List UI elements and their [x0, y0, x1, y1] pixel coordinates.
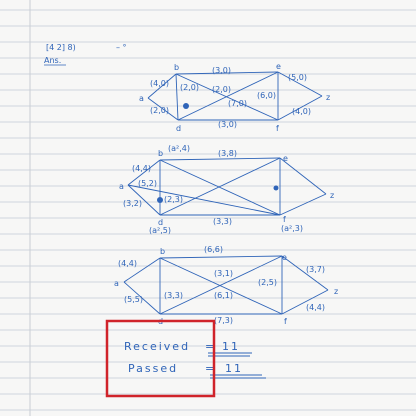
- graph2-label-7: (3,2): [123, 199, 142, 208]
- graph2-label-8: (a²,5): [149, 226, 171, 235]
- graph3-label-1: (4,4): [118, 259, 137, 268]
- graph3-label-5: (3,7): [306, 265, 325, 274]
- graph1-label-9: (5,0): [288, 73, 307, 82]
- graph3-label-2: (6,6): [204, 245, 223, 254]
- graph1-label-1: (4,0): [150, 79, 169, 88]
- notebook-page: [4 2] 8) Ans. – ° a b d e f z (4,0) (2,0…: [0, 0, 416, 416]
- graph3-node-e: e: [282, 253, 287, 262]
- graph2-label-5: (2,3): [164, 195, 183, 204]
- graph3-label-10: (4,4): [306, 303, 325, 312]
- answer-label: Ans.: [44, 56, 61, 65]
- graph1-label-7: (6,0): [257, 91, 276, 100]
- graph3-label-6: (5,5): [124, 295, 143, 304]
- graph2-label-6: (3,3): [213, 217, 232, 226]
- graph1-node-e: e: [276, 62, 281, 71]
- graph1-label-4: (3,0): [212, 66, 231, 75]
- received-value: 11: [222, 340, 240, 353]
- graph2-label-2: (3,8): [218, 149, 237, 158]
- graph3-label-8: (6,1): [214, 291, 233, 300]
- graph3-label-3: (3,1): [214, 269, 233, 278]
- passed-label: Passed: [128, 362, 178, 375]
- graph1-label-2: (2,0): [180, 83, 199, 92]
- received-label: Received: [124, 340, 190, 353]
- graph1-label-5: (2,0): [212, 85, 231, 94]
- graph2-label-9: (a²,3): [281, 224, 303, 233]
- graph2-label-3: (4,4): [132, 164, 151, 173]
- graph3-label-7: (3,3): [164, 291, 183, 300]
- graph2-node-a: a: [119, 182, 124, 191]
- graph2-node-f: f: [283, 215, 286, 224]
- graph-3: [123, 255, 329, 315]
- graph1-node-z: z: [326, 93, 330, 102]
- graph3-label-4: (2,5): [258, 278, 277, 287]
- graph3-node-z: z: [334, 287, 338, 296]
- graph1-node-b: b: [174, 63, 179, 72]
- graph2-node-b: b: [158, 149, 163, 158]
- graph2-label-1: (a²,4): [168, 144, 190, 153]
- graph3-node-a: a: [114, 279, 119, 288]
- passed-value: 11: [225, 362, 243, 375]
- graph2-node-e: e: [283, 154, 288, 163]
- graph1-label-8: (3,0): [218, 120, 237, 129]
- highlight-box: [105, 319, 216, 398]
- graph1-label-3: (2,0): [150, 106, 169, 115]
- graph2-node-z: z: [330, 191, 334, 200]
- svg-text:– °: – °: [116, 43, 127, 52]
- graph1-label-6: (7,0): [228, 99, 247, 108]
- graph1-node-a: a: [139, 94, 144, 103]
- graph3-node-f: f: [284, 317, 287, 326]
- page-drawing: [4 2] 8) Ans. – ° a b d e f z (4,0) (2,0…: [0, 0, 416, 416]
- graph1-node-d: d: [176, 124, 181, 133]
- graph2-label-4: (5,2): [138, 179, 157, 188]
- graph3-label-9: (7,3): [214, 316, 233, 325]
- question-ref: [4 2] 8): [46, 43, 76, 52]
- graph1-node-f: f: [276, 124, 279, 133]
- graph1-label-10: (4,0): [292, 107, 311, 116]
- graph3-node-b: b: [160, 247, 165, 256]
